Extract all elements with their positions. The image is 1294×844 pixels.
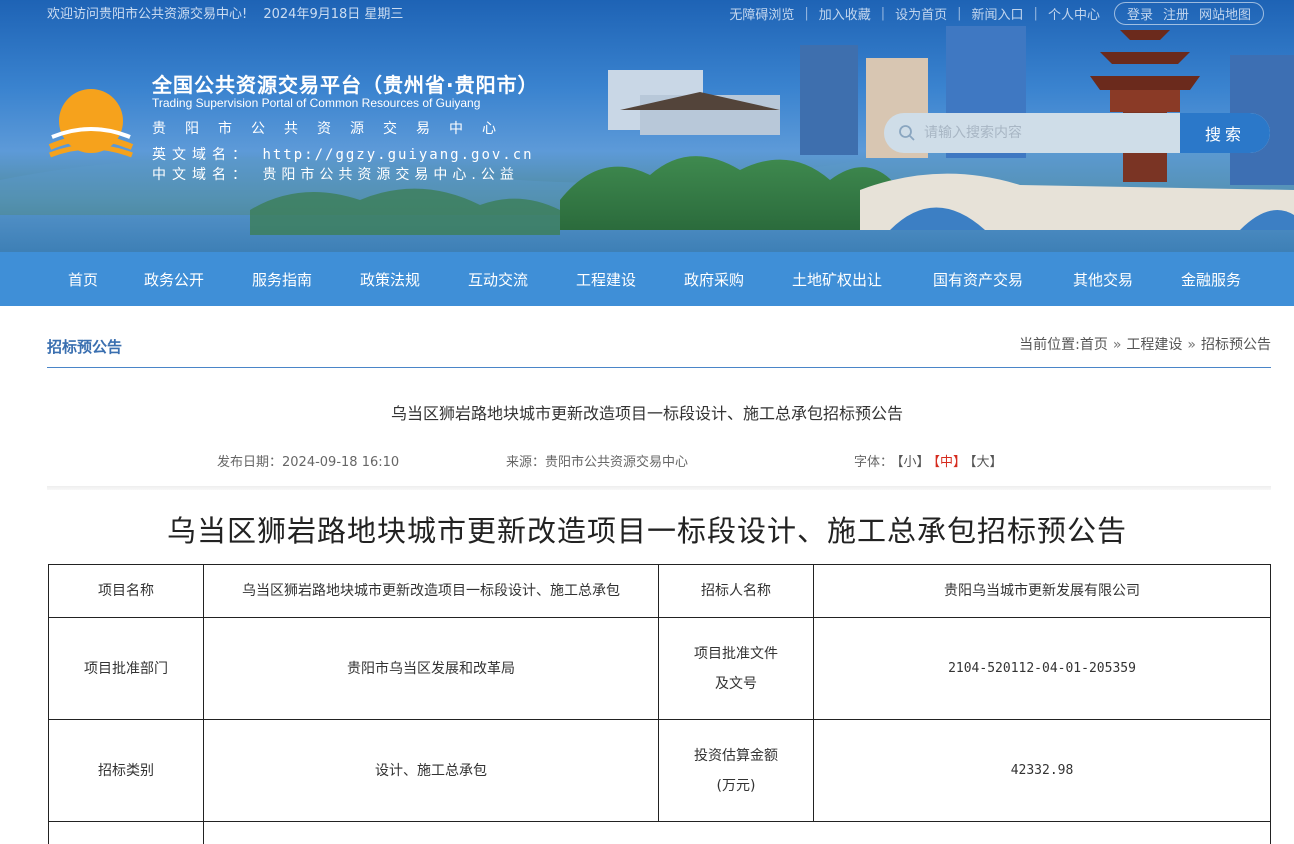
personal-center-link[interactable]: 个人中心 xyxy=(1048,4,1100,23)
table-row: 招标类别 设计、施工总承包 投资估算金额(万元) 42332.98 xyxy=(48,719,1271,822)
accessibility-link[interactable]: 无障碍浏览 xyxy=(729,4,794,23)
table-cell-label: 招标类别 xyxy=(48,719,204,822)
en-domain-value: http://ggzy.guiyang.gov.cn xyxy=(262,147,534,163)
article-title: 乌当区狮岩路地块城市更新改造项目一标段设计、施工总承包招标预公告 xyxy=(390,404,903,423)
set-homepage-link[interactable]: 设为首页 xyxy=(895,4,947,23)
main-nav: 首页 政务公开 服务指南 政策法规 互动交流 工程建设 政府采购 土地矿权出让 … xyxy=(0,252,1294,306)
font-size-small-button[interactable]: 【小】 xyxy=(897,455,930,470)
approval-doc-label: 项目批准文件及文号 xyxy=(694,645,778,692)
site-subtitle-en: Trading Supervision Portal of Common Res… xyxy=(152,96,481,110)
publish-date-value: 2024-09-18 16:10 xyxy=(282,455,400,470)
table-cell-label: 招标人名称 xyxy=(658,564,814,618)
table-row xyxy=(48,821,1271,844)
table-cell-label: 项目批准文件及文号 xyxy=(658,617,814,720)
sitemap-link[interactable]: 网站地图 xyxy=(1199,4,1251,23)
login-pill: 登录 注册 网站地图 xyxy=(1113,2,1264,25)
table-cell-label: 项目名称 xyxy=(48,564,204,618)
header-banner: 欢迎访问贵阳市公共资源交易中心! 2024年9月18日 星期三 无障碍浏览 | … xyxy=(0,0,1294,252)
breadcrumb-current[interactable]: 招标预公告 xyxy=(1201,337,1271,353)
font-size-switcher: 字体： 【小】 【中】 【大】 xyxy=(854,451,1003,470)
topbar-links: 无障碍浏览 | 加入收藏 | 设为首页 | 新闻入口 | 个人中心 登录 注册 … xyxy=(729,2,1264,25)
search-button[interactable]: 搜索 xyxy=(1180,113,1270,153)
breadcrumb-engineering[interactable]: 工程建设 xyxy=(1126,337,1182,353)
en-domain-label: 英文域名： xyxy=(152,147,252,163)
nav-item-state-assets[interactable]: 国有资产交易 xyxy=(933,269,1023,290)
table-cell-label: 项目批准部门 xyxy=(48,617,204,720)
search-input[interactable] xyxy=(884,113,1180,153)
site-logo-icon[interactable] xyxy=(48,85,134,163)
table-cell-value: 贵阳乌当城市更新发展有限公司 xyxy=(813,564,1271,618)
topbar-greeting: 欢迎访问贵阳市公共资源交易中心! 2024年9月18日 星期三 xyxy=(47,3,403,22)
news-entry-link[interactable]: 新闻入口 xyxy=(972,4,1024,23)
breadcrumb-separator: » xyxy=(1112,337,1122,353)
nav-item-government-affairs[interactable]: 政务公开 xyxy=(144,269,204,290)
section-header: 招标预公告 当前位置:首页» 工程建设» 招标预公告 xyxy=(47,326,1271,368)
table-cell-value: 42332.98 xyxy=(813,719,1271,822)
add-favorite-link[interactable]: 加入收藏 xyxy=(819,4,871,23)
cn-domain-row: 中文域名： 贵阳市公共资源交易中心.公益 xyxy=(152,164,519,184)
source-value: 贵阳市公共资源交易中心 xyxy=(545,455,689,470)
table-cell-label: 投资估算金额(万元) xyxy=(658,719,814,822)
divider: | xyxy=(1033,6,1038,21)
document-heading: 乌当区狮岩路地块城市更新改造项目一标段设计、施工总承包招标预公告 xyxy=(166,514,1127,548)
nav-item-service-guide[interactable]: 服务指南 xyxy=(252,269,312,290)
table-cell-value xyxy=(203,821,1271,844)
table-row: 项目批准部门 贵阳市乌当区发展和改革局 项目批准文件及文号 2104-52011… xyxy=(48,617,1271,720)
table-row: 项目名称 乌当区狮岩路地块城市更新改造项目一标段设计、施工总承包 招标人名称 贵… xyxy=(48,564,1271,618)
font-size-label: 字体： xyxy=(854,455,894,470)
nav-item-procurement[interactable]: 政府采购 xyxy=(684,269,744,290)
table-cell-label xyxy=(48,821,204,844)
current-date: 2024年9月18日 星期三 xyxy=(263,7,404,22)
breadcrumb-separator: » xyxy=(1187,337,1196,353)
nav-item-other-trading[interactable]: 其他交易 xyxy=(1073,269,1133,290)
welcome-text: 欢迎访问贵阳市公共资源交易中心! xyxy=(47,7,248,22)
table-cell-value: 乌当区狮岩路地块城市更新改造项目一标段设计、施工总承包 xyxy=(203,564,659,618)
source-meta: 来源：贵阳市公共资源交易中心 xyxy=(506,451,688,470)
investment-label: 投资估算金额(万元) xyxy=(694,747,778,794)
font-size-large-button[interactable]: 【大】 xyxy=(970,455,1003,470)
breadcrumb-home[interactable]: 首页 xyxy=(1080,337,1108,353)
table-cell-value: 2104-520112-04-01-205359 xyxy=(813,617,1271,720)
project-info-table: 项目名称 乌当区狮岩路地块城市更新改造项目一标段设计、施工总承包 招标人名称 贵… xyxy=(48,564,1271,844)
search-box: 搜索 xyxy=(884,113,1270,153)
source-label: 来源： xyxy=(506,455,546,470)
register-link[interactable]: 注册 xyxy=(1163,4,1189,23)
site-title: 全国公共资源交易平台（贵州省·贵阳市） xyxy=(152,73,539,97)
search-icon xyxy=(899,125,915,141)
divider: | xyxy=(957,6,962,21)
section-title: 招标预公告 xyxy=(47,338,123,356)
divider: | xyxy=(804,6,809,21)
publish-date-meta: 发布日期：2024-09-18 16:10 xyxy=(217,451,399,470)
meta-divider xyxy=(47,486,1271,490)
cn-domain-label: 中文域名： xyxy=(152,167,252,183)
nav-item-interaction[interactable]: 互动交流 xyxy=(468,269,528,290)
nav-item-land-mining[interactable]: 土地矿权出让 xyxy=(792,269,882,290)
en-domain-row: 英文域名： http://ggzy.guiyang.gov.cn xyxy=(152,144,534,164)
breadcrumb: 当前位置:首页» 工程建设» 招标预公告 xyxy=(1019,334,1271,354)
table-cell-value: 设计、施工总承包 xyxy=(203,719,659,822)
nav-item-home[interactable]: 首页 xyxy=(68,269,98,290)
nav-item-financial[interactable]: 金融服务 xyxy=(1181,269,1241,290)
publish-date-label: 发布日期： xyxy=(217,455,283,470)
nav-item-engineering[interactable]: 工程建设 xyxy=(576,269,636,290)
nav-item-policies[interactable]: 政策法规 xyxy=(360,269,420,290)
divider: | xyxy=(880,6,886,21)
login-link[interactable]: 登录 xyxy=(1127,4,1153,23)
table-cell-value: 贵阳市乌当区发展和改革局 xyxy=(203,617,659,720)
breadcrumb-prefix: 当前位置: xyxy=(1019,337,1080,353)
font-size-medium-button[interactable]: 【中】 xyxy=(934,455,967,470)
site-cn-name: 贵阳市公共资源交易中心 xyxy=(152,121,515,137)
cn-domain-value: 贵阳市公共资源交易中心.公益 xyxy=(262,167,519,183)
